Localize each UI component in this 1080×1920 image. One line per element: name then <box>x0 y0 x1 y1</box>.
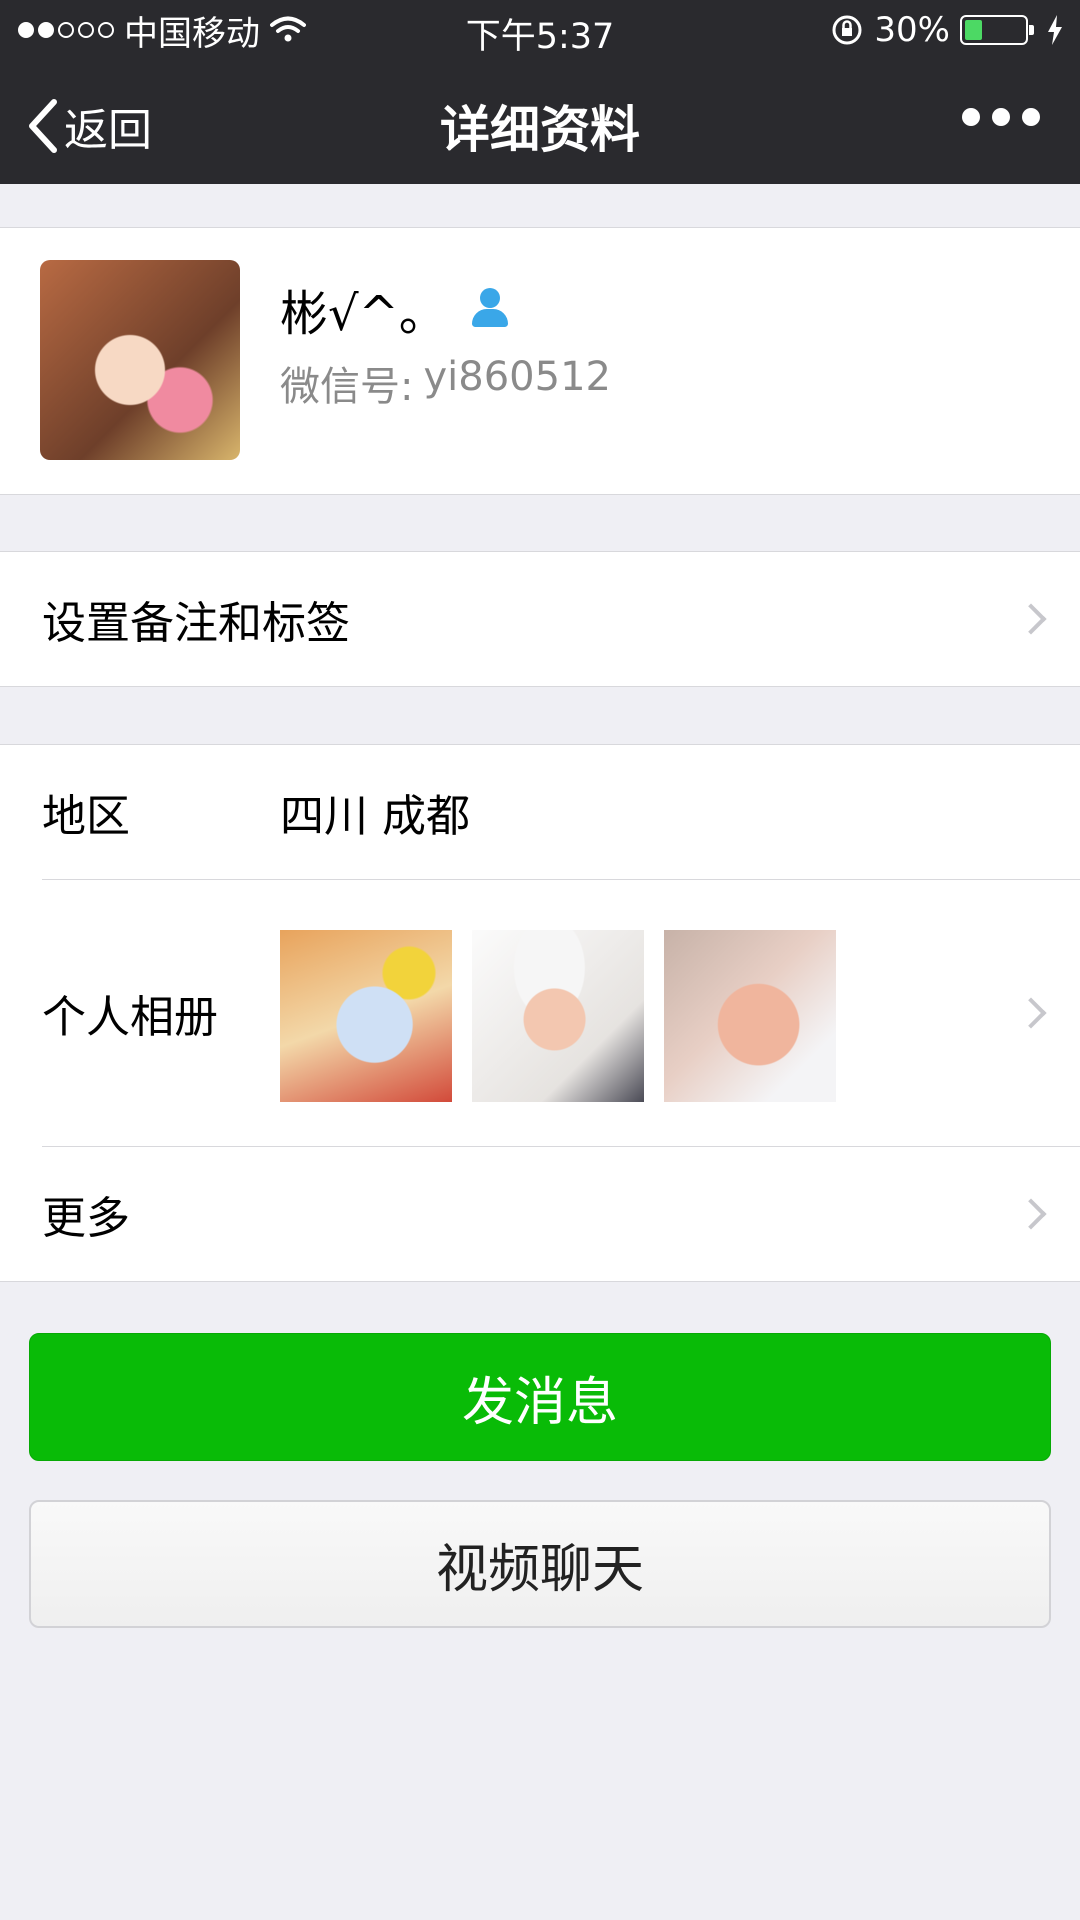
video-chat-button[interactable]: 视频聊天 <box>29 1500 1051 1628</box>
user-icon <box>469 288 511 330</box>
remark-tags-row[interactable]: 设置备注和标签 <box>0 551 1080 687</box>
battery-percent: 30% <box>874 10 950 50</box>
wechat-id-value: yi860512 <box>423 354 611 400</box>
region-label: 地区 <box>42 791 130 842</box>
more-row[interactable]: 更多 <box>0 1147 1080 1281</box>
album-thumbnail <box>664 930 836 1102</box>
carrier-name: 中国移动 <box>124 13 260 54</box>
profile-card[interactable]: 彬√^。 微信号: yi860512 <box>0 227 1080 495</box>
chevron-right-icon <box>1015 997 1047 1029</box>
send-message-button[interactable]: 发消息 <box>29 1333 1051 1461</box>
navigation-bar: 返回 详细资料 <box>0 60 1080 184</box>
dot-icon <box>1022 108 1040 126</box>
details-group: 地区 四川 成都 个人相册 更多 <box>0 744 1080 1282</box>
profile-name: 彬√^。 <box>280 286 447 342</box>
album-thumbnail <box>472 930 644 1102</box>
page-title: 详细资料 <box>440 101 640 159</box>
battery-level-fill <box>965 20 983 40</box>
wifi-icon <box>270 16 306 42</box>
signal-strength-icon <box>18 22 114 38</box>
status-right: 30% <box>830 0 1064 60</box>
dot-icon <box>962 108 980 126</box>
more-options-button[interactable] <box>962 108 1040 126</box>
wechat-id-label: 微信号: <box>280 364 414 410</box>
rotation-lock-icon <box>832 15 862 45</box>
status-left: 中国移动 <box>18 0 306 60</box>
region-value: 四川 成都 <box>280 791 470 842</box>
wechat-id-row: 微信号: yi860512 <box>280 354 611 412</box>
chevron-right-icon <box>1015 1198 1047 1230</box>
album-row[interactable]: 个人相册 <box>0 880 1080 1146</box>
avatar[interactable] <box>40 260 240 460</box>
status-bar: 中国移动 下午5:37 30% <box>0 0 1080 60</box>
charging-bolt-icon <box>1048 15 1062 45</box>
profile-name-row: 彬√^。 <box>280 274 511 344</box>
region-row: 地区 四川 成都 <box>0 745 1080 879</box>
album-label: 个人相册 <box>42 992 218 1043</box>
battery-icon <box>960 15 1034 45</box>
remark-tags-label: 设置备注和标签 <box>42 598 350 649</box>
more-label: 更多 <box>42 1193 130 1244</box>
chevron-right-icon <box>1015 603 1047 635</box>
remark-tags-item[interactable]: 设置备注和标签 <box>0 552 1080 686</box>
dot-icon <box>992 108 1010 126</box>
album-thumbnail <box>280 930 452 1102</box>
